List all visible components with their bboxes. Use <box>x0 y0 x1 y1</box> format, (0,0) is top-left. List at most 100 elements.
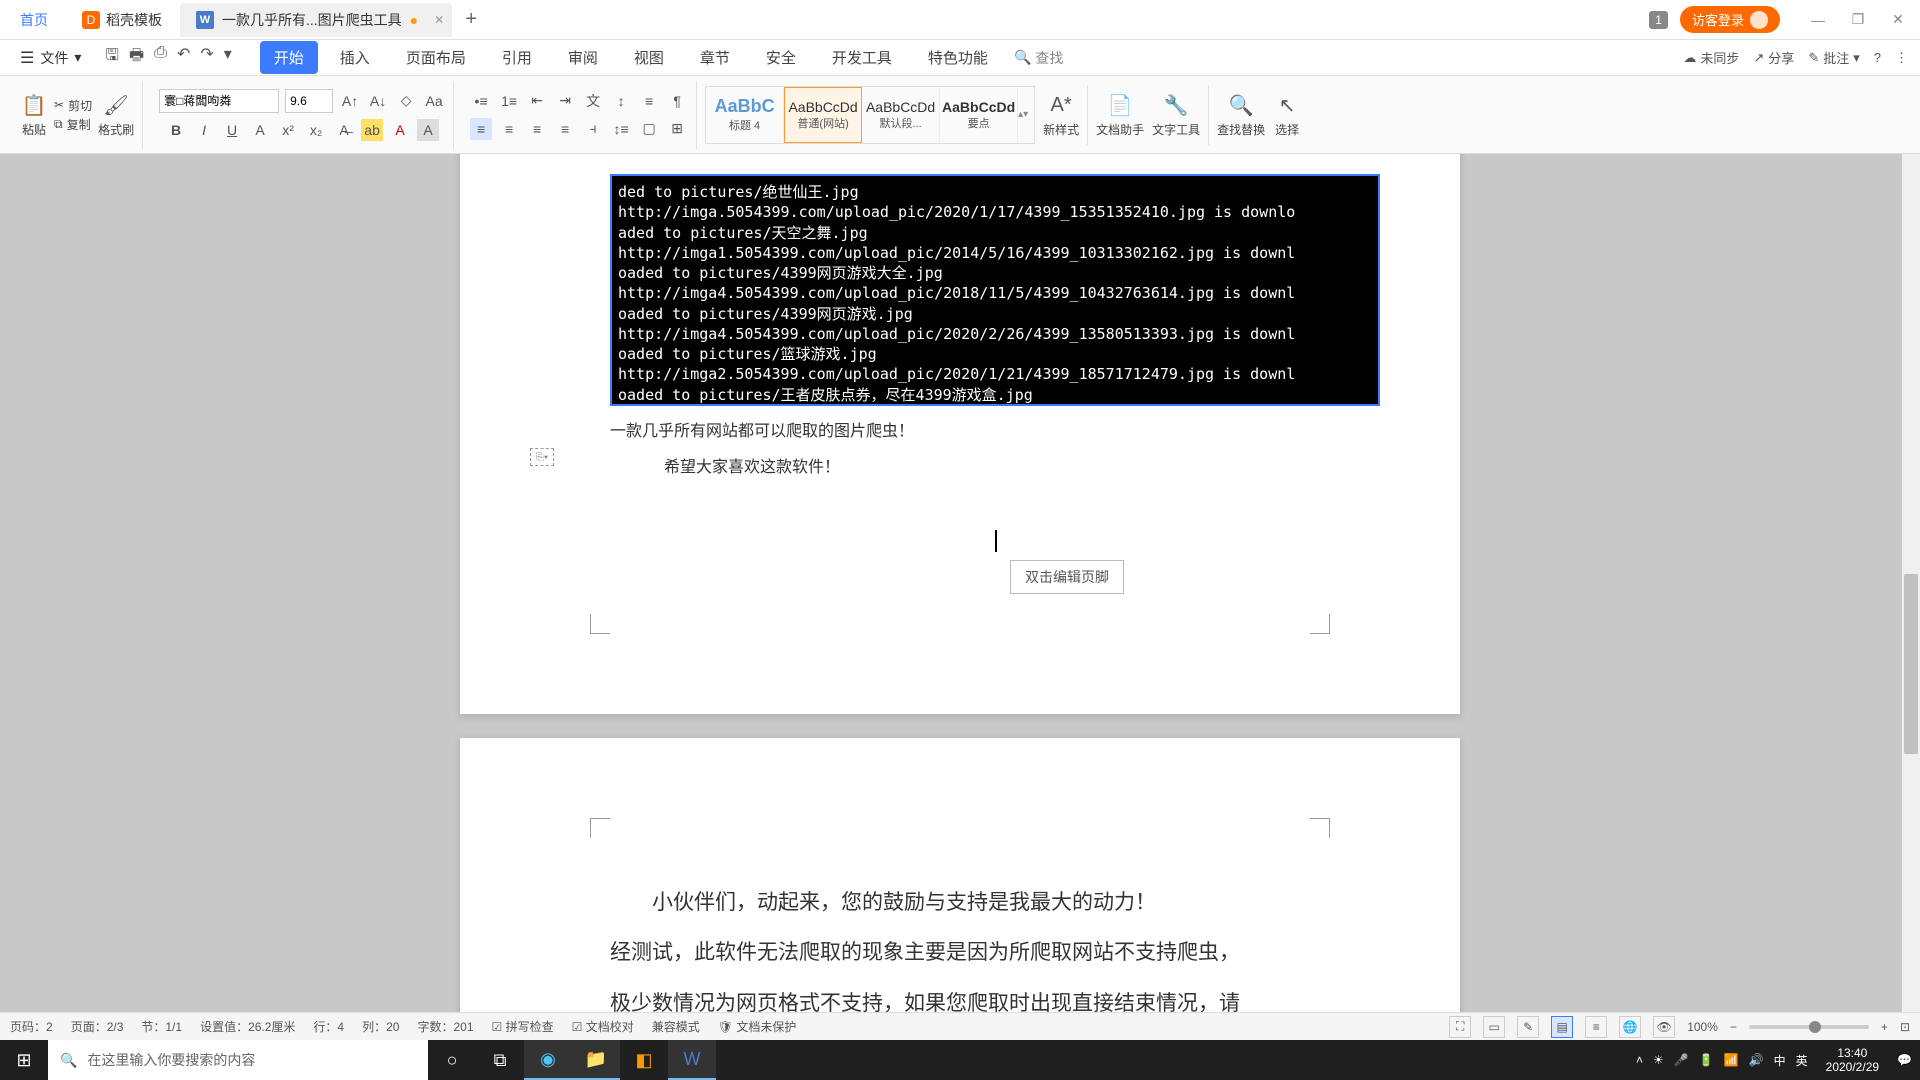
font-color-button[interactable]: A <box>249 119 271 141</box>
ribbon-tab-start[interactable]: 开始 <box>260 41 318 74</box>
status-page-number[interactable]: 页码：2 <box>10 1018 53 1035</box>
sort-icon[interactable]: ↕ <box>610 90 632 112</box>
decrease-indent-icon[interactable]: ⇤ <box>526 90 548 112</box>
page-2-body[interactable]: 小伙伴们，动起来，您的鼓励与支持是我最大的动力！ 经测试，此软件无法爬取的现象主… <box>610 878 1310 1020</box>
view-eye-icon[interactable]: 👁 <box>1653 1016 1675 1038</box>
clear-format-icon[interactable]: ◇ <box>395 90 417 112</box>
help-icon[interactable]: ? <box>1874 50 1881 65</box>
italic-button[interactable]: I <box>193 119 215 141</box>
status-spellcheck[interactable]: ☑ 拼写检查 <box>492 1018 554 1035</box>
status-proofing[interactable]: ☑ 文档校对 <box>572 1018 634 1035</box>
tray-battery-icon[interactable]: 🔋 <box>1699 1053 1714 1067</box>
align-right-icon[interactable]: ≡ <box>526 118 548 140</box>
style-keypoint[interactable]: AaBbCcDd要点 <box>940 87 1018 143</box>
edit-footer-hint[interactable]: 双击编辑页脚 <box>1010 560 1124 594</box>
increase-indent-icon[interactable]: ⇥ <box>554 90 576 112</box>
style-normal-web[interactable]: AaBbCcDd普通(网站) <box>784 87 862 143</box>
object-anchor-icon[interactable]: ⎘▾ <box>530 448 554 466</box>
tray-volume-icon[interactable]: 🔊 <box>1749 1053 1764 1067</box>
copy-button[interactable]: ⧉复制 <box>54 116 92 133</box>
find-replace-button[interactable]: 🔍查找替换 <box>1217 91 1265 138</box>
paste-button[interactable]: 📋粘贴 <box>20 91 48 138</box>
text-tool-button[interactable]: 🔧文字工具 <box>1152 91 1200 138</box>
cortana-icon[interactable]: ○ <box>428 1040 476 1080</box>
close-window-button[interactable]: ✕ <box>1880 6 1916 34</box>
align-left-icon[interactable]: ≡ <box>470 118 492 140</box>
ribbon-search[interactable]: 🔍 查找 <box>1014 48 1063 68</box>
doc-helper-button[interactable]: 📄文档助手 <box>1096 91 1144 138</box>
tray-mic-icon[interactable]: 🎤 <box>1674 1053 1689 1067</box>
new-tab-button[interactable]: + <box>454 3 488 37</box>
new-style-button[interactable]: A*新样式 <box>1043 91 1079 138</box>
page-2[interactable]: 小伙伴们，动起来，您的鼓励与支持是我最大的动力！ 经测试，此软件无法爬取的现象主… <box>460 738 1460 1020</box>
highlight-button[interactable]: ab <box>361 119 383 141</box>
select-button[interactable]: ↖选择 <box>1273 91 1301 138</box>
align-justify-icon[interactable]: ≡ <box>554 118 576 140</box>
status-column[interactable]: 列：20 <box>362 1018 399 1035</box>
decrease-font-icon[interactable]: A↓ <box>367 90 389 112</box>
tray-chevron-icon[interactable]: ˄ <box>1636 1053 1643 1067</box>
file-menu[interactable]: ☰ 文件 ▾ <box>12 44 89 72</box>
show-marks-icon[interactable]: ¶ <box>666 90 688 112</box>
taskbar-explorer[interactable]: 📁 <box>572 1040 620 1080</box>
start-button[interactable]: ⊞ <box>0 1040 48 1080</box>
tray-wifi-icon[interactable]: 📶 <box>1724 1053 1739 1067</box>
minimize-button[interactable]: — <box>1800 6 1836 34</box>
bold-button[interactable]: B <box>165 119 187 141</box>
tab-document-active[interactable]: W 一款几乎所有...图片爬虫工具 ● ✕ <box>180 3 452 37</box>
tray-notifications-icon[interactable]: 💬 <box>1897 1053 1912 1067</box>
style-gallery-more[interactable]: ▴▾ <box>1018 87 1034 143</box>
page-1[interactable]: ded to pictures/绝世仙王.jpg http://imga.505… <box>460 154 1460 714</box>
notification-badge[interactable]: 1 <box>1649 11 1668 29</box>
view-page-icon[interactable]: ▤ <box>1551 1016 1573 1038</box>
save-icon[interactable]: 🖫 <box>105 44 119 71</box>
status-section[interactable]: 节：1/1 <box>141 1018 182 1035</box>
line-spacing-icon[interactable]: ≡ <box>638 90 660 112</box>
view-web-icon[interactable]: 🌐 <box>1619 1016 1641 1038</box>
ribbon-tab-chapter[interactable]: 章节 <box>686 41 744 74</box>
style-heading4[interactable]: AaBbC标题 4 <box>706 87 784 143</box>
status-protection[interactable]: 🛡 文档未保护 <box>718 1018 797 1035</box>
text-direction-icon[interactable]: 文 <box>582 90 604 112</box>
zoom-value[interactable]: 100% <box>1687 1020 1718 1034</box>
ribbon-tab-layout[interactable]: 页面布局 <box>392 41 480 74</box>
shading-button[interactable]: A <box>417 119 439 141</box>
collapse-ribbon-icon[interactable]: ⋮ <box>1895 50 1908 66</box>
task-view-icon[interactable]: ⧉ <box>476 1040 524 1080</box>
guest-login-button[interactable]: 访客登录 <box>1680 6 1780 33</box>
view-edit-icon[interactable]: ✎ <box>1517 1016 1539 1038</box>
tray-weather-icon[interactable]: ☀ <box>1653 1053 1664 1067</box>
qat-dropdown-icon[interactable]: ▾ <box>224 44 232 71</box>
superscript-button[interactable]: x² <box>277 119 299 141</box>
scroll-thumb[interactable] <box>1904 574 1918 754</box>
zoom-slider[interactable] <box>1749 1025 1869 1029</box>
taskbar-wps[interactable]: W <box>668 1040 716 1080</box>
windows-search[interactable]: 🔍 在这里输入你要搜索的内容 <box>48 1040 428 1080</box>
zoom-fit-icon[interactable]: ⊡ <box>1900 1020 1910 1034</box>
ribbon-tab-developer[interactable]: 开发工具 <box>818 41 906 74</box>
zoom-in-button[interactable]: + <box>1881 1020 1888 1034</box>
borders-icon[interactable]: ⊞ <box>666 118 688 140</box>
ribbon-tab-security[interactable]: 安全 <box>752 41 810 74</box>
style-default-para[interactable]: AaBbCcDd默认段... <box>862 87 940 143</box>
embedded-console-image[interactable]: ded to pictures/绝世仙王.jpg http://imga.505… <box>610 174 1380 406</box>
underline-button[interactable]: U <box>221 119 243 141</box>
undo-icon[interactable]: ↶ <box>177 44 190 71</box>
taskbar-app-1[interactable]: ◉ <box>524 1040 572 1080</box>
tray-clock[interactable]: 13:40 2020/2/29 <box>1818 1046 1887 1075</box>
cut-button[interactable]: ✂剪切 <box>54 97 92 114</box>
taskbar-app-2[interactable]: ◧ <box>620 1040 668 1080</box>
shading-para-icon[interactable]: ▢ <box>638 118 660 140</box>
status-line[interactable]: 行：4 <box>313 1018 344 1035</box>
print-icon[interactable]: ⎙ <box>154 44 167 71</box>
view-fullscreen-icon[interactable]: ⛶ <box>1449 1016 1471 1038</box>
status-word-count[interactable]: 字数：201 <box>417 1018 473 1035</box>
font-name-input[interactable] <box>159 89 279 113</box>
document-area[interactable]: ded to pictures/绝世仙王.jpg http://imga.505… <box>0 154 1920 1020</box>
align-center-icon[interactable]: ≡ <box>498 118 520 140</box>
sync-status[interactable]: ☁未同步 <box>1683 48 1739 67</box>
increase-font-icon[interactable]: A↑ <box>339 90 361 112</box>
ribbon-tab-features[interactable]: 特色功能 <box>914 41 1002 74</box>
font-size-input[interactable] <box>285 89 333 113</box>
p2-line1[interactable]: 小伙伴们，动起来，您的鼓励与支持是我最大的动力！ <box>610 878 1310 928</box>
